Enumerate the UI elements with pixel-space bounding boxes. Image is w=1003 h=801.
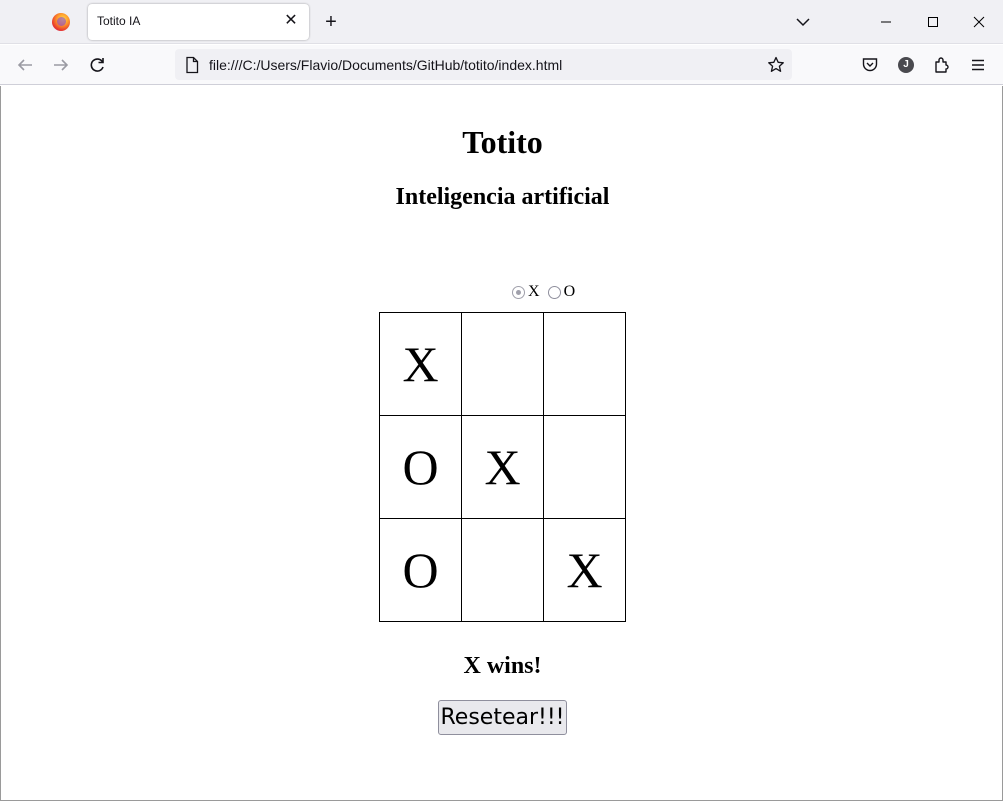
board-cell[interactable] — [461, 518, 544, 622]
pocket-icon[interactable] — [859, 54, 881, 76]
board-cell[interactable] — [543, 312, 626, 416]
chevron-down-icon[interactable] — [793, 12, 813, 32]
game-board: X O X O X — [379, 312, 626, 622]
board-cell[interactable]: O — [379, 518, 462, 622]
bookmark-star-icon[interactable] — [766, 55, 786, 75]
minimize-icon[interactable] — [872, 8, 900, 36]
account-icon[interactable]: J — [895, 54, 917, 76]
tab-close-icon[interactable]: ✕ — [281, 11, 301, 31]
reload-icon[interactable] — [86, 54, 108, 76]
radio-o[interactable] — [547, 285, 561, 299]
page-content: Totito Inteligencia artificial X O X O X… — [0, 86, 1003, 801]
board-cell[interactable]: X — [543, 518, 626, 622]
board-row: X — [379, 312, 626, 416]
forward-arrow-icon[interactable] — [50, 54, 72, 76]
board-row: O X — [379, 415, 626, 519]
game-status: X wins! — [463, 653, 542, 679]
new-tab-icon[interactable]: + — [320, 11, 342, 33]
reset-button[interactable]: Resetear!!! — [438, 700, 567, 735]
board-row: O X — [379, 518, 626, 622]
firefox-icon[interactable] — [52, 13, 70, 31]
nav-bar: file:///C:/Users/Flavio/Documents/GitHub… — [0, 45, 1003, 85]
board-cell[interactable]: X — [379, 312, 462, 416]
tab-active[interactable]: Totito IA ✕ — [88, 4, 309, 40]
hamburger-menu-icon[interactable] — [967, 54, 989, 76]
page-title: Totito — [462, 124, 543, 160]
tab-bar: Totito IA ✕ + — [0, 0, 1003, 44]
close-window-icon[interactable] — [965, 8, 993, 36]
extensions-icon[interactable] — [931, 54, 953, 76]
radio-x-label: X — [528, 283, 540, 300]
tab-title: Totito IA — [97, 14, 141, 28]
board-cell[interactable] — [543, 415, 626, 519]
maximize-icon[interactable] — [919, 8, 947, 36]
radio-x[interactable] — [512, 285, 525, 299]
board-cell[interactable]: O — [379, 415, 462, 519]
board-cell[interactable] — [461, 312, 544, 416]
page-subtitle: Inteligencia artificial — [395, 184, 610, 210]
player-selector: X O — [512, 283, 583, 301]
page-icon — [184, 56, 200, 74]
radio-o-label: O — [563, 283, 576, 300]
url-text[interactable]: file:///C:/Users/Flavio/Documents/GitHub… — [209, 57, 562, 73]
url-bar[interactable]: file:///C:/Users/Flavio/Documents/GitHub… — [175, 49, 792, 80]
back-arrow-icon[interactable] — [14, 54, 36, 76]
account-initial: J — [898, 57, 914, 73]
board-cell[interactable]: X — [461, 415, 544, 519]
